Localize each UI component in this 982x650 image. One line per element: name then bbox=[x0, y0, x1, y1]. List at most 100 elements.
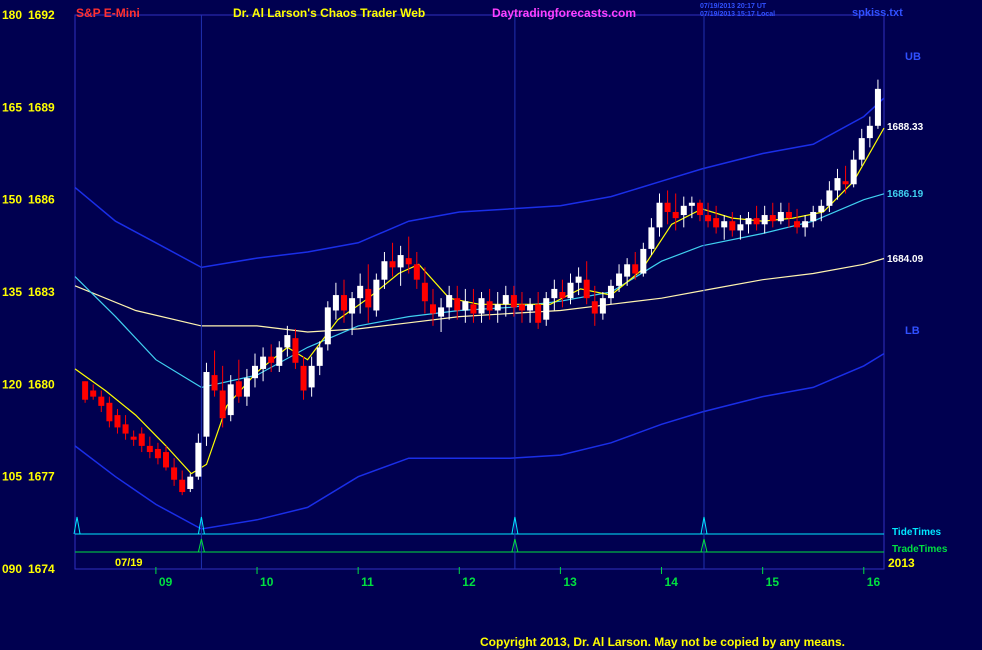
bar-body bbox=[211, 375, 218, 391]
y-axis-tick-label: 165 bbox=[2, 100, 22, 114]
bar-body bbox=[252, 365, 259, 379]
bar-body bbox=[648, 227, 655, 249]
up-bar bbox=[373, 273, 380, 317]
x-axis-tick-label: 13 bbox=[563, 575, 577, 589]
trade-times-label: TradeTimes bbox=[892, 544, 948, 555]
file-label: spkiss.txt bbox=[852, 7, 903, 19]
bar-body bbox=[90, 390, 97, 397]
x-axis-tick-label: 14 bbox=[665, 575, 679, 589]
bar-body bbox=[203, 372, 210, 437]
bar-body bbox=[114, 415, 121, 428]
bar-body bbox=[818, 205, 825, 212]
bar-body bbox=[794, 221, 801, 228]
bar-body bbox=[543, 298, 550, 320]
x-axis-tick-label: 16 bbox=[867, 575, 881, 589]
bar-body bbox=[866, 125, 873, 139]
bar-body bbox=[559, 292, 566, 299]
bar-body bbox=[446, 295, 453, 308]
line-value-3: 1684.09 bbox=[887, 254, 924, 265]
bar-body bbox=[591, 301, 598, 314]
bar-body bbox=[171, 467, 178, 480]
bar-body bbox=[664, 202, 671, 212]
y-axis-price-label: 1692 bbox=[28, 8, 55, 22]
bar-body bbox=[616, 273, 623, 286]
bar-body bbox=[421, 282, 428, 302]
bar-body bbox=[98, 396, 105, 406]
bar-body bbox=[276, 347, 283, 366]
copyright-notice: Copyright 2013, Dr. Al Larson. May not b… bbox=[480, 635, 845, 649]
bar-body bbox=[340, 295, 347, 311]
bar-body bbox=[583, 279, 590, 299]
bar-body bbox=[284, 335, 291, 348]
bar-body bbox=[688, 202, 695, 206]
up-bar bbox=[203, 362, 210, 446]
x-axis-tick-label: 09 bbox=[159, 575, 173, 589]
bar-body bbox=[300, 365, 307, 391]
bar-body bbox=[696, 202, 703, 216]
y-axis-tick-label: 120 bbox=[2, 377, 22, 391]
bar-body bbox=[106, 402, 113, 422]
y-axis-price-label: 1683 bbox=[28, 285, 55, 299]
chart-title: Dr. Al Larson's Chaos Trader Web bbox=[233, 6, 425, 20]
bar-body bbox=[769, 215, 776, 222]
date-label: 07/19 bbox=[115, 557, 143, 569]
bar-body bbox=[705, 215, 712, 222]
timestamp-ut: 07/19/2013 20:17 UT bbox=[700, 3, 767, 10]
bar-body bbox=[729, 221, 736, 231]
bar-body bbox=[802, 221, 809, 228]
x-axis-tick-label: 11 bbox=[361, 575, 374, 589]
down-bar bbox=[82, 381, 89, 403]
bar-body bbox=[260, 356, 267, 369]
bar-body bbox=[235, 381, 242, 397]
y-axis-price-label: 1674 bbox=[28, 562, 55, 576]
bar-body bbox=[405, 258, 412, 265]
line-value-1: 1688.33 bbox=[887, 122, 924, 133]
bar-body bbox=[640, 248, 647, 274]
bar-body bbox=[413, 264, 420, 280]
up-bar bbox=[324, 301, 331, 351]
bar-body bbox=[632, 264, 639, 274]
bar-body bbox=[195, 442, 202, 477]
x-axis-tick-label: 10 bbox=[260, 575, 274, 589]
bar-body bbox=[535, 304, 542, 323]
bar-body bbox=[850, 159, 857, 185]
bar-body bbox=[656, 202, 663, 228]
bar-body bbox=[575, 276, 582, 283]
bar-body bbox=[785, 211, 792, 219]
bar-body bbox=[154, 448, 161, 459]
bar-body bbox=[842, 181, 849, 185]
bar-body bbox=[858, 138, 865, 160]
y-axis-tick-label: 150 bbox=[2, 193, 22, 207]
bar-body bbox=[187, 476, 194, 489]
bar-body bbox=[502, 295, 509, 305]
y-axis-price-label: 1689 bbox=[28, 100, 55, 114]
y-axis-tick-label: 090 bbox=[2, 562, 22, 576]
bar-body bbox=[680, 205, 687, 216]
bar-body bbox=[494, 304, 501, 311]
line-value-2: 1686.19 bbox=[887, 189, 924, 200]
bar-body bbox=[324, 307, 331, 345]
bar-body bbox=[332, 295, 339, 311]
year-label: 2013 bbox=[888, 556, 915, 570]
bar-body bbox=[397, 255, 404, 268]
bar-body bbox=[438, 307, 445, 317]
bar-body bbox=[753, 218, 760, 225]
bar-body bbox=[607, 285, 614, 299]
bar-body bbox=[834, 178, 841, 191]
bar-body bbox=[486, 301, 493, 311]
y-axis-price-label: 1686 bbox=[28, 193, 55, 207]
bar-body bbox=[454, 298, 461, 311]
bar-body bbox=[316, 347, 323, 366]
upper-band-label: UB bbox=[905, 51, 921, 63]
x-axis-tick-label: 12 bbox=[462, 575, 476, 589]
bar-body bbox=[721, 221, 728, 228]
bar-body bbox=[510, 295, 517, 308]
bar-body bbox=[429, 304, 436, 314]
bar-body bbox=[810, 211, 817, 222]
bar-body bbox=[365, 288, 372, 308]
bar-body bbox=[672, 211, 679, 219]
bar-body bbox=[349, 298, 356, 314]
bar-body bbox=[227, 384, 234, 416]
bar-body bbox=[462, 301, 469, 311]
bar-body bbox=[745, 218, 752, 225]
